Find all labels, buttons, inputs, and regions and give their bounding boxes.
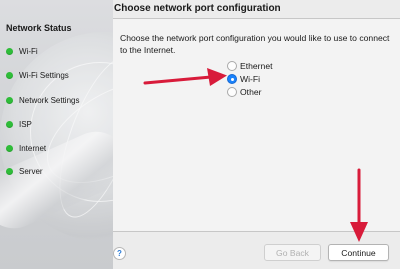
sidebar-item-label: Wi-Fi Settings xyxy=(19,70,69,80)
page-title: Choose network port configuration xyxy=(114,3,281,14)
help-button[interactable]: ? xyxy=(113,247,126,260)
radio-label: Other xyxy=(240,87,262,97)
annotation-arrow-down-icon xyxy=(350,168,368,242)
sidebar-item-label: Network Settings xyxy=(19,95,80,105)
sidebar-item-label: Wi-Fi xyxy=(19,46,38,56)
status-dot-icon xyxy=(6,167,13,175)
radio-label: Ethernet xyxy=(240,61,273,71)
sidebar-title: Network Status xyxy=(6,23,72,33)
sidebar-item-network-settings: Network Settings xyxy=(6,94,79,106)
sidebar-item-server: Server xyxy=(6,165,43,177)
sidebar-item-label: Server xyxy=(19,166,43,176)
question-text: Choose the network port configuration yo… xyxy=(120,33,390,55)
radio-option-ethernet[interactable]: Ethernet xyxy=(227,60,273,72)
sidebar-item-label: Internet xyxy=(19,143,47,153)
radio-option-other[interactable]: Other xyxy=(227,86,262,98)
status-dot-icon xyxy=(6,96,13,104)
sidebar-item-label: ISP xyxy=(19,119,32,129)
sidebar-item-wifi-settings: Wi-Fi Settings xyxy=(6,69,69,81)
continue-button[interactable]: Continue xyxy=(328,244,389,261)
sidebar: Network Status Wi-Fi Wi-Fi Settings Netw… xyxy=(0,0,113,269)
sidebar-item-internet: Internet xyxy=(6,142,46,154)
status-dot-icon xyxy=(6,120,13,128)
annotation-arrow-right-icon xyxy=(143,68,227,86)
sidebar-item-wifi: Wi-Fi xyxy=(6,45,38,57)
radio-option-wifi[interactable]: Wi-Fi xyxy=(227,73,260,85)
radio-label: Wi-Fi xyxy=(240,74,261,84)
status-dot-icon xyxy=(6,144,13,152)
sidebar-item-isp: ISP xyxy=(6,118,32,130)
status-dot-icon xyxy=(6,71,13,79)
status-dot-icon xyxy=(6,47,13,55)
go-back-button[interactable]: Go Back xyxy=(264,244,321,261)
